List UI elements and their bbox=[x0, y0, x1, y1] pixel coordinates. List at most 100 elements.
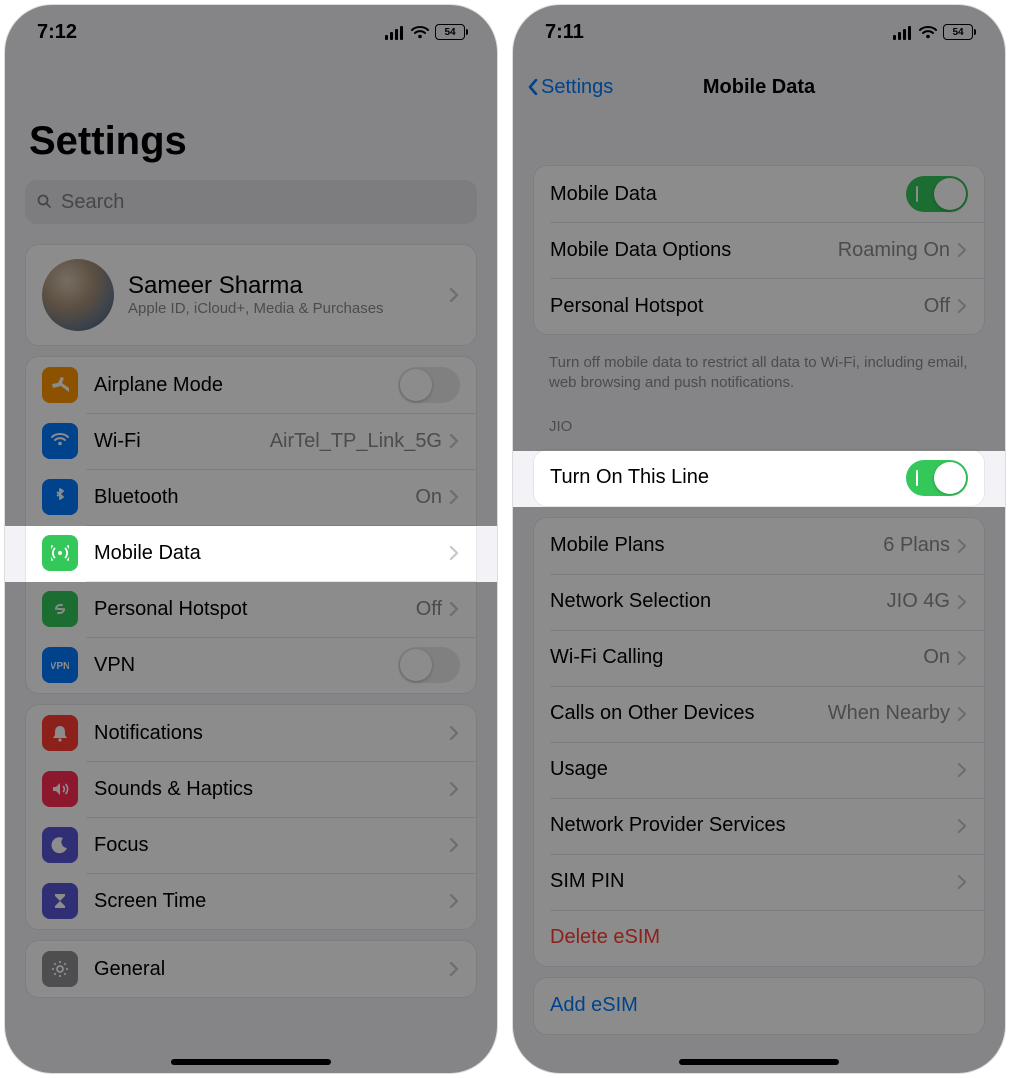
vpn-icon bbox=[42, 647, 78, 683]
bluetooth-icon bbox=[42, 479, 78, 515]
gear-icon bbox=[42, 951, 78, 987]
hourglass-icon bbox=[42, 883, 78, 919]
row-mobile-data: Mobile Data bbox=[534, 166, 984, 222]
row-label: Wi-Fi Calling bbox=[550, 646, 923, 669]
airplane-icon bbox=[42, 367, 78, 403]
chevron-right-icon bbox=[448, 434, 460, 448]
row-usage[interactable]: Usage bbox=[534, 742, 984, 798]
row-value: Off bbox=[924, 295, 950, 318]
row-value: When Nearby bbox=[828, 702, 950, 725]
status-time: 7:12 bbox=[37, 21, 77, 44]
row-add-esim[interactable]: Add eSIM bbox=[534, 978, 984, 1034]
profile-sub: Apple ID, iCloud+, Media & Purchases bbox=[128, 300, 434, 319]
row-label: Mobile Data Options bbox=[550, 239, 838, 262]
wifi-icon bbox=[919, 25, 937, 39]
page-title: Settings bbox=[5, 59, 497, 176]
profile-name: Sameer Sharma bbox=[128, 272, 434, 300]
row-value: Roaming On bbox=[838, 239, 950, 262]
settings-screen: 7:12 54 Settings Search Sameer Sharma Ap… bbox=[4, 4, 498, 1074]
connectivity-group: Airplane ModeWi-FiAirTel_TP_Link_5GBluet… bbox=[25, 356, 477, 694]
speaker-icon bbox=[42, 771, 78, 807]
notifications-group: Notifications Sounds & Haptics Focus Screen… bbox=[25, 704, 477, 930]
row-label: Calls on Other Devices bbox=[550, 702, 828, 725]
row-general[interactable]: General bbox=[26, 941, 476, 997]
row-wi-fi-calling[interactable]: Wi-Fi CallingOn bbox=[534, 630, 984, 686]
row-label: Airplane Mode bbox=[94, 374, 398, 397]
row-label: Personal Hotspot bbox=[550, 295, 924, 318]
bell-icon bbox=[42, 715, 78, 751]
line-settings-group: Mobile Plans6 PlansNetwork SelectionJIO … bbox=[533, 517, 985, 967]
row-sounds-haptics[interactable]: Sounds & Haptics bbox=[26, 761, 476, 817]
row-airplane-mode: Airplane Mode bbox=[26, 357, 476, 413]
row-network-provider-services[interactable]: Network Provider Services bbox=[534, 798, 984, 854]
mobile-data-group: Mobile Data Mobile Data OptionsRoaming On… bbox=[533, 165, 985, 335]
row-mobile-data-options[interactable]: Mobile Data OptionsRoaming On bbox=[534, 222, 984, 278]
link-icon bbox=[42, 591, 78, 627]
wifi-icon bbox=[411, 25, 429, 39]
chevron-right-icon bbox=[448, 546, 460, 560]
toggle[interactable] bbox=[398, 647, 460, 683]
general-group: General bbox=[25, 940, 477, 998]
row-personal-hotspot[interactable]: Personal HotspotOff bbox=[534, 278, 984, 334]
row-label: Mobile Data bbox=[550, 183, 906, 206]
chevron-right-icon bbox=[448, 288, 460, 302]
row-value: AirTel_TP_Link_5G bbox=[270, 430, 442, 453]
chevron-right-icon bbox=[448, 602, 460, 616]
row-bluetooth[interactable]: BluetoothOn bbox=[26, 469, 476, 525]
row-label: Screen Time bbox=[94, 890, 448, 913]
row-focus[interactable]: Focus bbox=[26, 817, 476, 873]
nav-title: Mobile Data bbox=[703, 76, 815, 99]
row-label: Usage bbox=[550, 758, 956, 781]
row-label: Bluetooth bbox=[94, 486, 415, 509]
toggle[interactable] bbox=[906, 176, 968, 212]
row-value: 6 Plans bbox=[883, 534, 950, 557]
row-label: Add eSIM bbox=[550, 994, 968, 1017]
row-calls-on-other-devices[interactable]: Calls on Other DevicesWhen Nearby bbox=[534, 686, 984, 742]
row-label: Sounds & Haptics bbox=[94, 778, 448, 801]
cellular-icon bbox=[893, 25, 913, 40]
chevron-right-icon bbox=[956, 651, 968, 665]
home-indicator bbox=[171, 1059, 331, 1065]
chevron-right-icon bbox=[956, 763, 968, 777]
row-turn-on-this-line: Turn On This Line bbox=[534, 450, 984, 506]
chevron-right-icon bbox=[448, 838, 460, 852]
row-mobile-data[interactable]: Mobile Data bbox=[26, 525, 476, 581]
row-value: JIO 4G bbox=[887, 590, 950, 613]
profile-card[interactable]: Sameer Sharma Apple ID, iCloud+, Media &… bbox=[25, 244, 477, 346]
status-time: 7:11 bbox=[545, 21, 584, 44]
wifi-icon bbox=[42, 423, 78, 459]
chevron-right-icon bbox=[956, 539, 968, 553]
chevron-right-icon bbox=[448, 894, 460, 908]
row-delete-esim[interactable]: Delete eSIM bbox=[534, 910, 984, 966]
chevron-right-icon bbox=[448, 782, 460, 796]
row-label: Notifications bbox=[94, 722, 448, 745]
row-network-selection[interactable]: Network SelectionJIO 4G bbox=[534, 574, 984, 630]
status-bar: 7:11 54 bbox=[513, 5, 1005, 59]
row-label: General bbox=[94, 958, 448, 981]
mobile-data-screen: 7:11 54 Settings Mobile Data Mobile Data… bbox=[512, 4, 1006, 1074]
row-personal-hotspot[interactable]: Personal HotspotOff bbox=[26, 581, 476, 637]
row-label: Delete eSIM bbox=[550, 926, 968, 949]
row-notifications[interactable]: Notifications bbox=[26, 705, 476, 761]
avatar bbox=[42, 259, 114, 331]
row-value: On bbox=[415, 486, 442, 509]
row-label: VPN bbox=[94, 654, 398, 677]
row-sim-pin[interactable]: SIM PIN bbox=[534, 854, 984, 910]
home-indicator bbox=[679, 1059, 839, 1065]
toggle[interactable] bbox=[398, 367, 460, 403]
row-mobile-plans[interactable]: Mobile Plans6 Plans bbox=[534, 518, 984, 574]
row-label: Turn On This Line bbox=[550, 466, 906, 489]
toggle[interactable] bbox=[906, 460, 968, 496]
back-button[interactable]: Settings bbox=[527, 76, 613, 99]
line-toggle-group: Turn On This Line bbox=[533, 449, 985, 507]
chevron-right-icon bbox=[448, 490, 460, 504]
section-footer: Turn off mobile data to restrict all dat… bbox=[513, 345, 1005, 398]
moon-icon bbox=[42, 827, 78, 863]
row-screen-time[interactable]: Screen Time bbox=[26, 873, 476, 929]
row-value: On bbox=[923, 646, 950, 669]
row-label: Personal Hotspot bbox=[94, 598, 416, 621]
chevron-right-icon bbox=[448, 726, 460, 740]
battery-icon: 54 bbox=[435, 24, 465, 40]
search-input[interactable]: Search bbox=[25, 180, 477, 224]
row-wi-fi[interactable]: Wi-FiAirTel_TP_Link_5G bbox=[26, 413, 476, 469]
